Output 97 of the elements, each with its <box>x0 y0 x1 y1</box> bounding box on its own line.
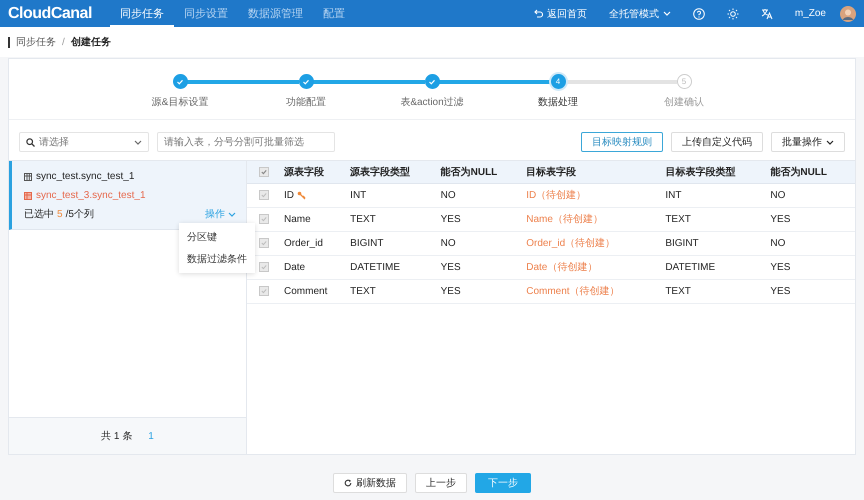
step-label: 表&action过滤 <box>400 96 464 109</box>
table-cell: TEXT <box>350 286 376 296</box>
step-number: 4 <box>550 74 566 89</box>
toolbar-button[interactable]: 上传自定义代码 <box>671 132 763 152</box>
table-icon <box>24 192 32 200</box>
row-checkbox[interactable] <box>259 262 269 272</box>
row-checkbox[interactable] <box>259 286 269 296</box>
footer-button[interactable]: 刷新数据 <box>333 473 407 493</box>
check-icon <box>261 192 267 198</box>
caret-icon <box>134 138 142 146</box>
table-cell: YES <box>440 262 461 272</box>
check-icon <box>261 240 267 246</box>
return-icon <box>534 9 543 18</box>
step-label: 数据处理 <box>538 96 578 109</box>
step-number: 5 <box>676 74 692 89</box>
mode-dropdown[interactable]: 全托管模式 <box>608 6 671 20</box>
table-cell: NO <box>770 238 786 248</box>
menu-item[interactable]: 数据过滤条件 <box>179 248 255 270</box>
header-checkbox[interactable] <box>259 166 269 177</box>
table-cell: Order_id <box>284 238 323 248</box>
caret-icon <box>228 210 236 218</box>
table-cell: BIGINT <box>665 238 699 248</box>
table-cell: Name <box>284 214 311 224</box>
row-checkbox[interactable] <box>259 190 269 200</box>
step-label: 源&目标设置 <box>152 96 208 109</box>
table-item[interactable]: sync_test.sync_test_1 sync_test_3.sync_test_1 已选中 5 /5个列 操作 <box>9 161 246 230</box>
table-cell: ID（待创建） <box>526 190 586 201</box>
search-icon <box>26 138 35 146</box>
action-dropdown[interactable]: 操作 <box>205 207 236 221</box>
table-cell: DATETIME <box>350 262 400 272</box>
table-cell: TEXT <box>350 214 376 224</box>
check-icon <box>261 264 267 270</box>
caret-icon <box>662 10 671 17</box>
table-cell: Date（待创建） <box>526 262 598 273</box>
nav-tab[interactable]: 同步设置 <box>174 0 238 27</box>
selected-count: 5 <box>57 208 63 220</box>
logo[interactable]: CloudCanal <box>8 4 92 22</box>
column-header: 能否为NULL <box>769 161 855 183</box>
table-cell: NO <box>440 238 456 248</box>
table-cell: YES <box>770 214 790 224</box>
row-checkbox[interactable] <box>259 214 269 224</box>
table-cell: Order_id（待创建） <box>526 238 616 249</box>
refresh-icon <box>344 479 352 487</box>
table-icon <box>24 172 32 180</box>
column-header: 目标表字段类型 <box>664 161 770 183</box>
table-cell: DATETIME <box>665 262 716 272</box>
table-cell: YES <box>440 214 461 224</box>
selected-label: 已选中 <box>24 208 54 221</box>
table-cell: Comment（待创建） <box>526 286 620 297</box>
table-cell: YES <box>770 262 790 272</box>
table-cell: TEXT <box>665 214 691 224</box>
table-cell: NO <box>440 190 456 200</box>
source-table-name: sync_test.sync_test_1 <box>36 171 134 182</box>
column-total: /5个列 <box>66 208 94 221</box>
nav-tab[interactable]: 配置 <box>312 0 355 27</box>
toolbar-button[interactable]: 批量操作 <box>771 132 845 152</box>
user-name[interactable]: m_Zoe <box>794 8 826 19</box>
page-number[interactable]: 1 <box>148 430 154 442</box>
footer-button[interactable]: 下一步 <box>475 473 531 493</box>
check-icon <box>261 168 267 175</box>
table-cell: INT <box>350 190 366 200</box>
table-cell: YES <box>770 286 790 296</box>
table-cell: ID <box>284 190 294 200</box>
check-icon <box>261 288 267 294</box>
translate-icon[interactable] <box>760 8 773 20</box>
avatar-icon[interactable] <box>840 6 856 22</box>
table-cell: BIGINT <box>350 238 384 248</box>
home-link[interactable]: 返回首页 <box>534 6 587 20</box>
caret-icon <box>826 138 834 146</box>
table-cell: INT <box>665 190 682 200</box>
sun-icon[interactable] <box>726 8 739 20</box>
table-cell: Name（待创建） <box>526 214 603 225</box>
table-select[interactable]: 请选择 <box>19 132 149 152</box>
table-cell: TEXT <box>665 286 691 296</box>
table-cell: YES <box>440 286 461 296</box>
breadcrumb-item: 创建任务 <box>70 36 111 49</box>
total-count: 共 1 条 <box>101 430 132 443</box>
help-icon[interactable] <box>692 8 705 20</box>
step-label: 创建确认 <box>664 96 704 109</box>
table-cell: NO <box>770 190 786 200</box>
check-icon <box>261 216 267 222</box>
target-table-name: sync_test_3.sync_test_1 <box>36 190 146 201</box>
step-label: 功能配置 <box>286 96 326 109</box>
select-field[interactable]: 请选择 <box>39 136 119 148</box>
column-header: 源表字段类型 <box>349 161 440 183</box>
row-checkbox[interactable] <box>259 238 269 248</box>
column-header: 目标表字段 <box>525 161 664 183</box>
column-header: 能否为NULL <box>440 161 526 183</box>
breadcrumb-item[interactable]: 同步任务 <box>16 35 56 49</box>
table-cell: Date <box>284 262 306 272</box>
breadcrumb-separator: / <box>62 36 65 48</box>
footer-button[interactable]: 上一步 <box>415 473 467 493</box>
nav-tab[interactable]: 数据源管理 <box>238 0 313 27</box>
table-cell: Comment <box>284 286 328 296</box>
toolbar-button[interactable]: 目标映射规则 <box>581 132 663 152</box>
column-header: 源表字段 <box>283 161 350 183</box>
filter-field[interactable]: 请输入表，分号分割可批量筛选 <box>157 132 335 152</box>
